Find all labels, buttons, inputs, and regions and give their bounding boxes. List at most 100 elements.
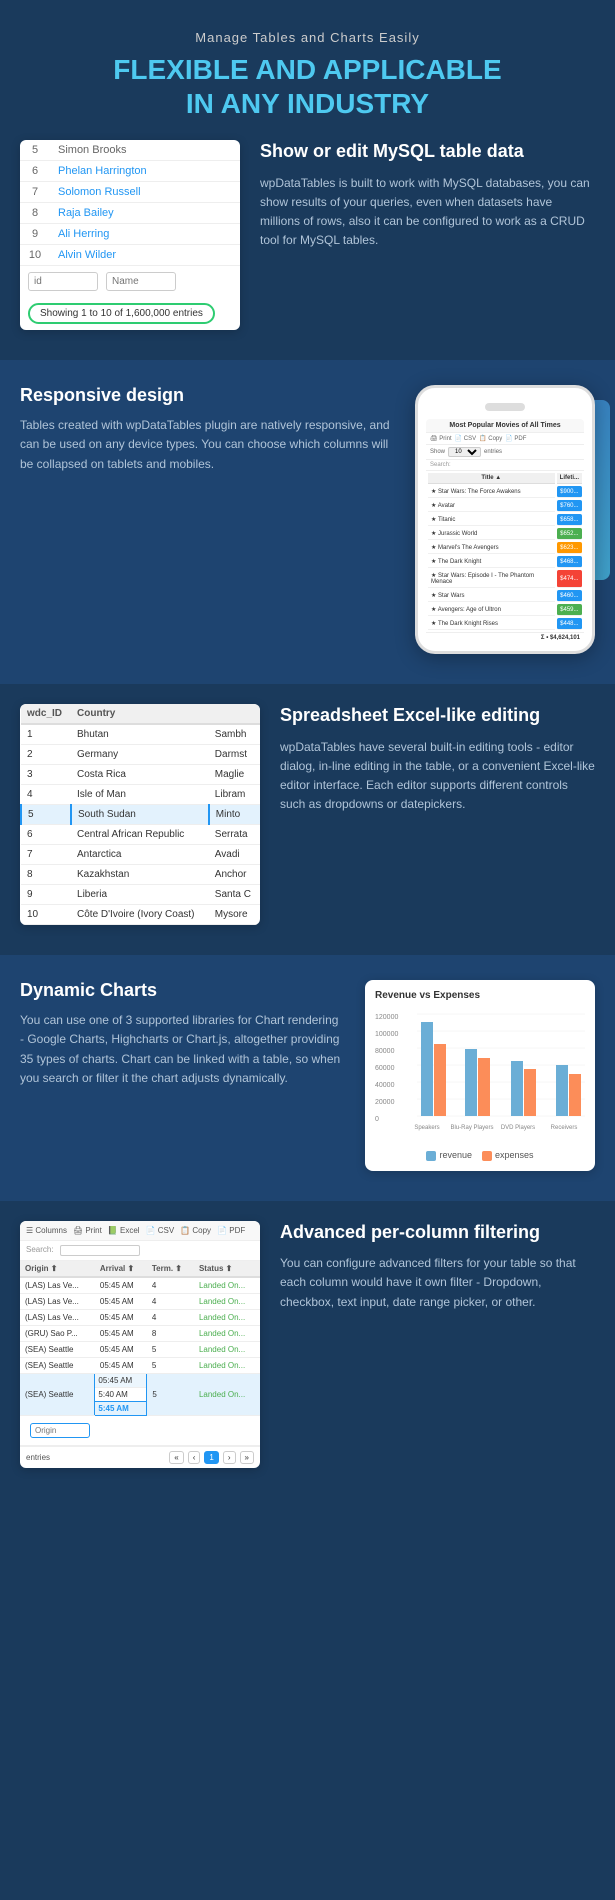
bar-receivers-expenses — [569, 1074, 581, 1116]
charts-section: Dynamic Charts You can use one of 3 supp… — [0, 955, 615, 1201]
excel-col-country: Country — [71, 704, 209, 724]
filter-table-row: (SEA) Seattle05:45 AM5Landed On... — [20, 1341, 260, 1357]
header-title-applicable: APPLICABLE — [323, 54, 502, 85]
phone-table-row: ★ Star Wars: Episode I - The Phantom Men… — [428, 570, 582, 588]
legend-revenue-label: revenue — [439, 1150, 472, 1160]
svg-text:40000: 40000 — [375, 1082, 395, 1089]
chart-title: Revenue vs Expenses — [375, 990, 585, 1001]
table-row: 7Solomon Russell — [20, 182, 240, 203]
phone-outer: Most Popular Movies of All Times 🖨 Print… — [415, 385, 595, 654]
svg-text:100000: 100000 — [375, 1031, 398, 1038]
filter-search-label: Search: — [26, 1245, 54, 1256]
excel-table-wrapper: wdc_ID Country 1BhutanSambh 2GermanyDarm… — [20, 704, 260, 925]
bar-speakers-expenses — [434, 1044, 446, 1116]
col-status: Status ⬆ — [194, 1261, 260, 1277]
filter-table-header: Origin ⬆ Arrival ⬆ Term. ⬆ Status ⬆ — [20, 1261, 260, 1277]
excel-description: wpDataTables have several built-in editi… — [280, 738, 595, 815]
filter-table-row: (LAS) Las Ve...05:45 AM4Landed On... — [20, 1293, 260, 1309]
toolbar-pdf[interactable]: 📄 PDF — [217, 1226, 245, 1235]
filter-table: Origin ⬆ Arrival ⬆ Term. ⬆ Status ⬆ (LAS… — [20, 1261, 260, 1416]
filter-table-row-selected: (SEA) Seattle 05:45 AM 5:40 AM 5:45 AM 5… — [20, 1373, 260, 1415]
legend-revenue-dot — [426, 1151, 436, 1161]
svg-text:0: 0 — [375, 1116, 379, 1123]
phone-table-row: ★ Titanic$658... — [428, 514, 582, 526]
table-row: 3Costa RicaMaglie — [21, 765, 260, 785]
pagination-next-step[interactable]: › — [223, 1451, 236, 1464]
mysql-table-footer — [20, 266, 240, 297]
filter-table-row: (LAS) Las Ve...05:45 AM4Landed On... — [20, 1309, 260, 1325]
phone-mockup: Most Popular Movies of All Times 🖨 Print… — [415, 385, 595, 654]
mysql-text-col: Show or edit MySQL table data wpDataTabl… — [260, 140, 595, 250]
toolbar-columns[interactable]: ☰ Columns — [26, 1226, 67, 1235]
bar-dvd-revenue — [511, 1061, 523, 1116]
filter-search-input[interactable] — [60, 1245, 140, 1256]
toolbar-excel[interactable]: 📗 Excel — [108, 1226, 140, 1235]
table-row: 5Simon Brooks — [20, 140, 240, 161]
phone-table-row: ★ Star Wars: The Force Awakens$900... — [428, 486, 582, 498]
filter-table-row: (LAS) Las Ve...05:45 AM4Landed On... — [20, 1277, 260, 1294]
phone-screen: Most Popular Movies of All Times 🖨 Print… — [426, 419, 584, 643]
table-row: 9LiberiaSanta C — [21, 885, 260, 905]
phone-table-row: ★ The Dark Knight$468... — [428, 556, 582, 568]
table-row: 9Ali Herring — [20, 224, 240, 245]
phone-show-select[interactable]: 10 — [448, 447, 481, 457]
legend-expenses-dot — [482, 1151, 492, 1161]
filter-search-row: Search: — [20, 1241, 260, 1261]
charts-text: Dynamic Charts You can use one of 3 supp… — [20, 980, 345, 1088]
mysql-table: 5Simon Brooks 6Phelan Harrington 7Solomo… — [20, 140, 240, 266]
bar-receivers-revenue — [556, 1065, 568, 1116]
phone-table-row: ★ Avengers: Age of Ultron$459... — [428, 604, 582, 616]
mysql-name-input[interactable] — [106, 272, 176, 291]
filter-origin-filter — [20, 1416, 260, 1446]
filter-entries-text: entries — [26, 1453, 50, 1462]
legend-expenses-label: expenses — [495, 1150, 534, 1160]
table-row: 4Isle of ManLibram — [21, 785, 260, 805]
header-title: FLEXIBLE AND APPLICABLE IN ANY INDUSTRY — [40, 53, 575, 120]
mysql-id-input[interactable] — [28, 272, 98, 291]
toolbar-print[interactable]: 🖨 Print — [73, 1226, 102, 1235]
chart-legend: revenue expenses — [375, 1150, 585, 1161]
filter-origin-input[interactable] — [30, 1423, 90, 1438]
table-row: 2GermanyDarmst — [21, 745, 260, 765]
pagination-prev[interactable]: « — [169, 1451, 183, 1464]
phone-table-row: ★ Star Wars$460... — [428, 590, 582, 602]
svg-text:Receivers: Receivers — [551, 1125, 578, 1131]
pagination-page-1[interactable]: 1 — [204, 1451, 218, 1464]
svg-text:60000: 60000 — [375, 1065, 395, 1072]
excel-section: wdc_ID Country 1BhutanSambh 2GermanyDarm… — [0, 684, 615, 955]
col-origin: Origin ⬆ — [20, 1261, 95, 1277]
excel-text-col: Spreadsheet Excel-like editing wpDataTab… — [280, 704, 595, 814]
chart-wrapper: Revenue vs Expenses 120000 100000 80000 … — [365, 980, 595, 1171]
header-title-industry: IN ANY INDUSTRY — [186, 88, 429, 119]
col-term: Term. ⬆ — [147, 1261, 194, 1277]
mysql-heading: Show or edit MySQL table data — [260, 140, 595, 163]
svg-text:Blu-Ray Players: Blu-Ray Players — [450, 1125, 493, 1131]
phone-table: Title ▲Lifeti... ★ Star Wars: The Force … — [426, 471, 584, 632]
chart-svg: 120000 100000 80000 60000 40000 20000 0 — [375, 1009, 585, 1139]
table-row: 8KazakhstanAnchor — [21, 865, 260, 885]
table-row: 1BhutanSambh — [21, 724, 260, 745]
toolbar-copy[interactable]: 📋 Copy — [180, 1226, 211, 1235]
responsive-text: Responsive design Tables created with wp… — [20, 385, 395, 474]
excel-col-city — [209, 704, 260, 724]
filtering-section: ☰ Columns 🖨 Print 📗 Excel 📄 CSV 📋 Copy 📄… — [0, 1201, 615, 1508]
table-row: 6Central African RepublicSerrata — [21, 825, 260, 845]
pagination-prev-step[interactable]: ‹ — [188, 1451, 201, 1464]
excel-table: wdc_ID Country 1BhutanSambh 2GermanyDarm… — [20, 704, 260, 925]
svg-text:120000: 120000 — [375, 1014, 398, 1021]
mysql-showing-entries: Showing 1 to 10 of 1,600,000 entries — [28, 303, 215, 324]
charts-description: You can use one of 3 supported libraries… — [20, 1011, 345, 1088]
table-row-highlighted: 5South SudanMinto — [21, 805, 260, 825]
mysql-description: wpDataTables is built to work with MySQL… — [260, 174, 595, 251]
phone-screen-title: Most Popular Movies of All Times — [426, 419, 584, 433]
bar-dvd-expenses — [524, 1069, 536, 1116]
phone-notch — [485, 403, 525, 411]
excel-table-header: wdc_ID Country — [21, 704, 260, 724]
responsive-description: Tables created with wpDataTables plugin … — [20, 416, 395, 474]
pagination-next[interactable]: » — [240, 1451, 254, 1464]
mysql-table-wrapper: 5Simon Brooks 6Phelan Harrington 7Solomo… — [20, 140, 240, 330]
header-subtitle: Manage Tables and Charts Easily — [40, 30, 575, 45]
table-row: 10Alvin Wilder — [20, 245, 240, 266]
toolbar-csv[interactable]: 📄 CSV — [146, 1226, 175, 1235]
svg-text:80000: 80000 — [375, 1048, 395, 1055]
